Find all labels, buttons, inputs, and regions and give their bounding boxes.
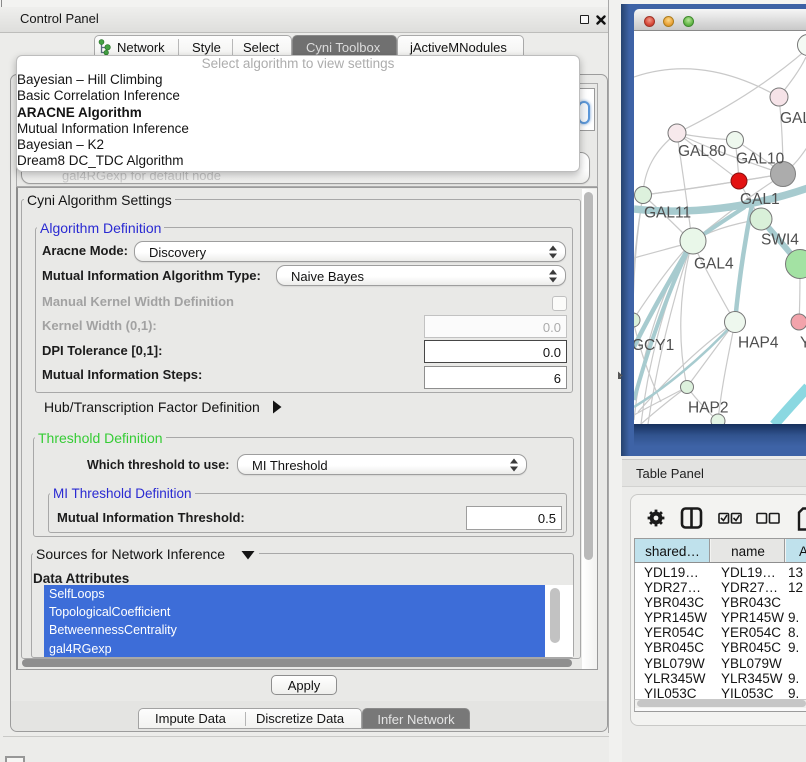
svg-text:GAL10: GAL10 — [736, 151, 785, 168]
svg-text:SWI4: SWI4 — [761, 232, 799, 249]
svg-text:HAP4: HAP4 — [738, 335, 779, 352]
svg-text:GAL7: GAL7 — [780, 110, 806, 127]
svg-text:YJ: YJ — [800, 335, 806, 352]
svg-text:GAL1: GAL1 — [740, 191, 780, 208]
svg-text:GCY1: GCY1 — [634, 337, 674, 354]
svg-text:GAL11: GAL11 — [644, 205, 691, 222]
svg-text:GAL80: GAL80 — [678, 143, 727, 160]
svg-text:GAL4: GAL4 — [694, 256, 734, 273]
svg-text:HAP2: HAP2 — [688, 400, 729, 417]
